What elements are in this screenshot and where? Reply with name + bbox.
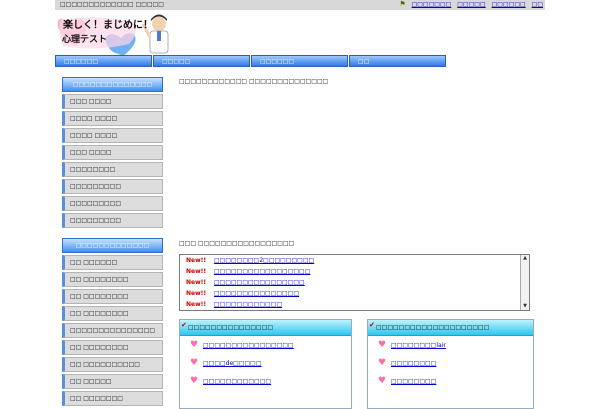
sidebar-item[interactable]: □□ □□□□□□□□ [62,306,163,321]
sidebar-item[interactable]: □□□ □□□□ [62,145,163,160]
box1-link[interactable]: □□□□□□□□□□□□□□□□ [203,342,294,349]
heart-icon: ♥ [378,358,387,368]
site-description: □□□□□□□□□□□□□ □□□□□ [60,1,164,8]
top-strip: □□□□□□□□□□□□□ □□□□□ ⚑ □□□□□□□ □□□□□ □□□□… [55,0,545,10]
content-box-1: ✔ □□□□□□□□□□□□□□□ ♥ □□□□□□□□□□□□□□□□ ♥ □… [179,319,352,409]
top-link-3[interactable]: □□□□□□ [492,1,526,8]
content-box-2: ✔ □□□□□□□□□□□□□□□□□□□□ ♥ □□□□□□□□lair ♥ … [367,319,534,409]
news-link[interactable]: □□□□□□□□2□□□□□□□□□ [214,257,314,264]
site-logo[interactable]: 楽しく！まじめに！ 心理テスト [55,10,185,57]
box2-title: ✔ □□□□□□□□□□□□□□□□□□□□ [368,320,533,336]
news-row: New!! □□□□□□□□□□□□ [180,299,529,310]
news-row: New!! □□□□□□□□□□□□□□□ [180,288,529,299]
sidebar-item[interactable]: □□ □□□□□□□□ [62,340,163,355]
sidebar-item[interactable]: □□ □□□□□ [62,374,163,389]
sidebar-item[interactable]: □□□□□□□□□ [62,213,163,228]
top-link-2[interactable]: □□□□□ [457,1,485,8]
box2-link[interactable]: □□□□□□□□lair [391,342,446,349]
nav-tab-4[interactable]: □□ [349,55,446,67]
news-list[interactable]: New!! □□□□□□□□2□□□□□□□□□ New!! □□□□□□□□□… [179,254,530,311]
news-link[interactable]: □□□□□□□□□□□□□□□□□ [214,268,310,275]
news-link[interactable]: □□□□□□□□□□□□□□□ [214,290,299,297]
scroll-down-icon[interactable]: ▼ [521,303,529,310]
sidebar-item[interactable]: □□□□□□□□□ [62,179,163,194]
sidebar-item[interactable]: □□□□ □□□□ [62,111,163,126]
box2-title-text: □□□□□□□□□□□□□□□□□□□□ [376,324,490,331]
heart-icon: ♥ [378,376,387,386]
new-badge: New!! [186,301,207,308]
heart-icon: ♥ [190,358,199,368]
box2-item[interactable]: ♥ □□□□□□□□ [368,372,533,390]
box1-title-text: □□□□□□□□□□□□□□□ [188,324,274,331]
new-badge: New!! [186,268,207,275]
box1-item[interactable]: ♥ □□□□de□□□□□ [180,354,351,372]
box1-title: ✔ □□□□□□□□□□□□□□□ [180,320,351,336]
news-link[interactable]: □□□□□□□□□□□□ [214,301,282,308]
box1-item[interactable]: ♥ □□□□□□□□□□□□ [180,372,351,390]
box2-item[interactable]: ♥ □□□□□□□□lair [368,336,533,354]
box2-link[interactable]: □□□□□□□□ [391,378,436,385]
logo-line2: 心理テスト [62,35,108,45]
nav-tab-1[interactable]: □□□□□□ [55,55,152,67]
new-badge: New!! [186,257,207,264]
sidebar-item[interactable]: □□ □□□□□□□□ [62,289,163,304]
check-icon: ✔ [181,321,187,329]
sidebar-item[interactable]: □□□□□□□□□□□□□□□ [62,323,163,338]
box2-item[interactable]: ♥ □□□□□□□□ [368,354,533,372]
breadcrumb: □□□□□□□□□□□□ □□□□□□□□□□□□□□ [179,78,329,85]
box1-link[interactable]: □□□□de□□□□□ [203,360,262,367]
sidebar-item[interactable]: □□ □□□□□□□□ [62,272,163,287]
news-title: □□□ □□□□□□□□□□□□□□□□□ [179,240,295,247]
sidebar-item[interactable]: □□ □□□□□□□□□□ [62,357,163,372]
news-scrollbar[interactable]: ▲ ▼ [520,255,529,310]
scroll-up-icon[interactable]: ▲ [521,255,529,262]
new-badge: New!! [186,290,207,297]
news-row: New!! □□□□□□□□□□□□□□□□□ [180,266,529,277]
box1-link[interactable]: □□□□□□□□□□□□ [203,378,271,385]
new-badge: New!! [186,279,207,286]
nav-tab-2[interactable]: □□□□□ [153,55,250,67]
news-link[interactable]: □□□□□□□□□□□□□□□□ [214,279,305,286]
sidebar-item[interactable]: □□ □□□□□□ [62,255,163,270]
flag-icon: ⚑ [399,0,406,8]
check-icon: ✔ [369,321,375,329]
news-row: New!! □□□□□□□□2□□□□□□□□□ [180,255,529,266]
sidebar-item[interactable]: □□□ □□□□ [62,94,163,109]
sidebar-section1-title: □□□□□□□□□□□□□□ [62,77,163,92]
sidebar-item[interactable]: □□ □□□□□□□ [62,391,163,406]
sidebar-item[interactable]: □□□□□□□□ [62,162,163,177]
page: □□□□□□□□□□□□□ □□□□□ ⚑ □□□□□□□ □□□□□ □□□□… [55,0,545,409]
logo-line1: 楽しく！まじめに！ [63,20,153,31]
heart-icon: ♥ [378,340,387,350]
sidebar: □□□□□□□□□□□□□□ □□□ □□□□ □□□□ □□□□ □□□□ □… [62,77,163,406]
main-content: □□□□□□□□□□□□ □□□□□□□□□□□□□□ □□□ □□□□□□□□… [179,78,534,409]
top-link-1[interactable]: □□□□□□□ [412,1,452,8]
news-row: New!! □□□□□□□□□□□□□□□□ [180,277,529,288]
sidebar-item[interactable]: □□□□ □□□□ [62,128,163,143]
top-links: ⚑ □□□□□□□ □□□□□ □□□□□□ □□ [399,0,543,9]
sidebar-item[interactable]: □□□□□□□□□ [62,196,163,211]
heart-icon: ♥ [190,376,199,386]
nav-tab-3[interactable]: □□□□□□ [251,55,348,67]
main-nav: □□□□□□ □□□□□ □□□□□□ □□ [55,55,447,67]
sidebar-section2-title: □□□□□□□□□□□□□ [62,238,163,253]
box2-link[interactable]: □□□□□□□□ [391,360,436,367]
box1-item[interactable]: ♥ □□□□□□□□□□□□□□□□ [180,336,351,354]
top-link-4[interactable]: □□ [532,1,543,8]
heart-icon: ♥ [190,340,199,350]
